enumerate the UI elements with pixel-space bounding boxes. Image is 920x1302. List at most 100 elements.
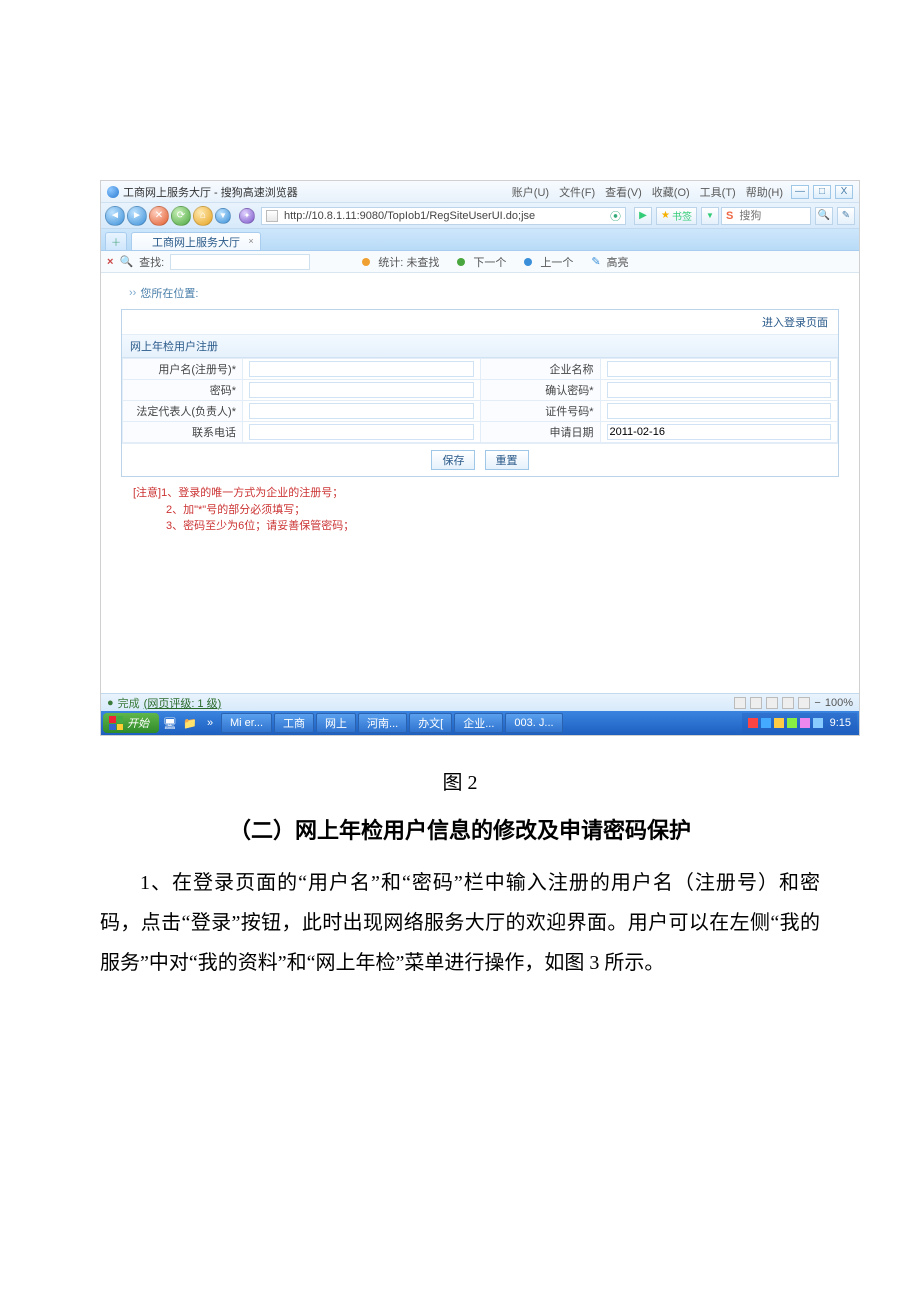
search-input[interactable] <box>737 209 787 223</box>
label-company: 企业名称 <box>480 359 600 380</box>
breadcrumb-label: 您所在位置: <box>140 285 198 301</box>
menu-tools[interactable]: 工具(T) <box>700 184 736 200</box>
tab-close-button[interactable]: × <box>246 236 256 246</box>
quicklaunch-2[interactable]: 📁 <box>181 713 199 733</box>
bookmark-button[interactable]: ★ 书签 <box>656 207 697 225</box>
tray-icon-1[interactable] <box>748 718 758 728</box>
reset-button[interactable]: 重置 <box>485 450 529 470</box>
windows-logo-icon <box>109 716 123 730</box>
input-password[interactable] <box>249 382 474 398</box>
figure-caption: 图 2 <box>100 766 820 795</box>
search-engine-icon: S <box>726 210 733 222</box>
task-item-b[interactable]: 工商 <box>274 713 314 733</box>
label-legal-rep: 法定代表人(负责人)* <box>123 401 243 422</box>
find-input[interactable] <box>170 254 310 270</box>
home-button[interactable]: ⌂ <box>193 206 213 226</box>
address-input[interactable] <box>282 209 610 223</box>
forward-button[interactable]: ► <box>127 206 147 226</box>
history-dropdown-button[interactable]: ▼ <box>215 208 231 224</box>
stop-button[interactable]: ✕ <box>149 206 169 226</box>
browser-window: 工商网上服务大厅 - 搜狗高速浏览器 账户(U) 文件(F) 查看(V) 收藏(… <box>100 180 860 736</box>
status-icon-5[interactable] <box>798 697 810 709</box>
close-button[interactable]: X <box>835 185 853 199</box>
input-idno[interactable] <box>607 403 832 419</box>
menu-bar: 账户(U) 文件(F) 查看(V) 收藏(O) 工具(T) 帮助(H) <box>512 184 783 200</box>
stats-icon <box>362 258 370 266</box>
prev-icon <box>524 258 532 266</box>
find-stats: 统计: 未查找 <box>378 254 439 270</box>
tray-icon-3[interactable] <box>774 718 784 728</box>
input-phone[interactable] <box>249 424 474 440</box>
input-confirm-password[interactable] <box>607 382 832 398</box>
label-phone: 联系电话 <box>123 422 243 443</box>
task-item-g[interactable]: 003. J... <box>505 713 562 733</box>
start-button[interactable]: 开始 <box>103 713 159 733</box>
notes-prefix: [注意] <box>133 487 161 499</box>
status-icon-1[interactable] <box>734 697 746 709</box>
tray-clock: 9:15 <box>830 717 851 729</box>
status-done-icon: ● <box>107 697 114 709</box>
windows-taskbar: 开始 🖥 📁 » Mi er... 工商 网上 河南... 办文[ 企业... … <box>101 711 859 735</box>
save-button[interactable]: 保存 <box>431 450 475 470</box>
task-item-a[interactable]: Mi er... <box>221 713 272 733</box>
search-box[interactable]: S <box>721 207 811 225</box>
breadcrumb: ›› 您所在位置: <box>129 285 839 301</box>
next-icon <box>457 258 465 266</box>
menu-account[interactable]: 账户(U) <box>512 184 549 200</box>
menu-favorites[interactable]: 收藏(O) <box>652 184 690 200</box>
input-username[interactable] <box>249 361 474 377</box>
window-title: 工商网上服务大厅 - 搜狗高速浏览器 <box>123 184 298 200</box>
back-button[interactable]: ◄ <box>105 206 125 226</box>
tray-icon-2[interactable] <box>761 718 771 728</box>
find-highlight-button[interactable]: 高亮 <box>607 254 629 270</box>
reload-button[interactable]: ⟳ <box>171 206 191 226</box>
zoom-out-button[interactable]: − <box>814 697 820 709</box>
find-prev-button[interactable]: 上一个 <box>540 254 573 270</box>
task-item-f[interactable]: 企业... <box>454 713 503 733</box>
find-close-button[interactable]: × <box>107 256 113 268</box>
new-tab-button[interactable]: ＋ <box>105 232 127 250</box>
tray-icon-6[interactable] <box>813 718 823 728</box>
task-item-d[interactable]: 河南... <box>358 713 407 733</box>
tray-icon-4[interactable] <box>787 718 797 728</box>
find-next-button[interactable]: 下一个 <box>473 254 506 270</box>
ssl-icon: ⦿ <box>610 208 621 224</box>
star-icon: ★ <box>661 210 670 221</box>
settings-button[interactable]: ✦ <box>239 208 255 224</box>
menu-file[interactable]: 文件(F) <box>559 184 595 200</box>
notes-block: [注意]1、登录的唯一方式为企业的注册号； 2、加"*"号的部分必须填写； 3、… <box>121 477 839 539</box>
extra-tool-button[interactable]: ✎ <box>837 207 855 225</box>
status-icon-2[interactable] <box>750 697 762 709</box>
minimize-button[interactable]: — <box>791 185 809 199</box>
task-item-c[interactable]: 网上 <box>316 713 356 733</box>
form-button-row: 保存 重置 <box>122 443 838 476</box>
titlebar: 工商网上服务大厅 - 搜狗高速浏览器 账户(U) 文件(F) 查看(V) 收藏(… <box>101 181 859 203</box>
input-legal-rep[interactable] <box>249 403 474 419</box>
login-link[interactable]: 进入登录页面 <box>762 314 828 330</box>
address-bar[interactable]: ⦿ <box>261 207 626 225</box>
status-icon-4[interactable] <box>782 697 794 709</box>
input-company[interactable] <box>607 361 832 377</box>
tray-icon-5[interactable] <box>800 718 810 728</box>
search-button[interactable]: 🔍 <box>815 207 833 225</box>
system-tray: 9:15 <box>742 713 857 733</box>
page-icon <box>266 210 278 222</box>
bookmark-dropdown[interactable]: ▼ <box>701 207 719 225</box>
go-button[interactable]: ▶ <box>634 207 652 225</box>
menu-view[interactable]: 查看(V) <box>605 184 642 200</box>
status-icon-3[interactable] <box>766 697 778 709</box>
registration-form: 用户名(注册号)* 企业名称 密码* 确认密码* 法定代表人(负责人)* <box>122 358 838 443</box>
body-paragraph-1: 1、在登录页面的“用户名”和“密码”栏中输入注册的用户名（注册号）和密码，点击“… <box>100 863 820 983</box>
menu-help[interactable]: 帮助(H) <box>746 184 783 200</box>
task-item-e[interactable]: 办文[ <box>409 713 452 733</box>
nav-toolbar: ◄ ► ✕ ⟳ ⌂ ▼ ✦ ⦿ ▶ ★ 书签 ▼ S 🔍 <box>101 203 859 229</box>
input-applydate[interactable] <box>607 424 832 440</box>
quicklaunch-1[interactable]: 🖥 <box>161 713 179 733</box>
maximize-button[interactable]: □ <box>813 185 831 199</box>
quicklaunch-3[interactable]: » <box>201 713 219 733</box>
bookmark-label: 书签 <box>672 208 692 223</box>
tab-main[interactable]: 工商网上服务大厅 × <box>131 232 261 250</box>
panel-header: 网上年检用户注册 <box>122 335 838 358</box>
notes-line-1: 1、登录的唯一方式为企业的注册号； <box>161 487 343 499</box>
label-applydate: 申请日期 <box>480 422 600 443</box>
